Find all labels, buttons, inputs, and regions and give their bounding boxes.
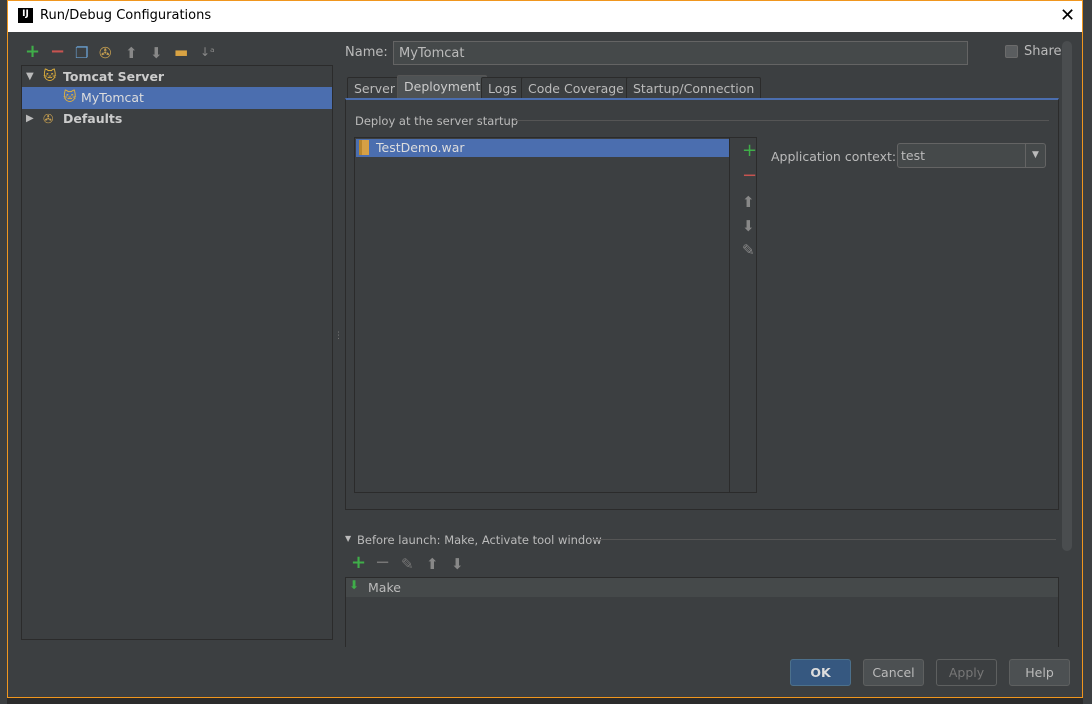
add-icon[interactable]: + bbox=[25, 43, 40, 61]
section-title: Deploy at the server startup bbox=[355, 114, 519, 128]
wrench-icon: ✇ bbox=[43, 111, 54, 126]
war-archive-icon bbox=[359, 140, 369, 155]
make-icon: ⬇ bbox=[349, 578, 360, 592]
divider bbox=[513, 120, 1049, 121]
before-launch-title: Before launch: Make, Activate tool windo… bbox=[357, 533, 602, 547]
task-up-icon[interactable]: ⬆ bbox=[426, 556, 439, 572]
tree-item-mytomcat[interactable]: 🐱 MyTomcat bbox=[22, 87, 332, 109]
help-button[interactable]: Help bbox=[1009, 659, 1070, 686]
app-context-label: Application context: bbox=[771, 149, 897, 164]
ok-button[interactable]: OK bbox=[790, 659, 851, 686]
tree-item-defaults[interactable]: ▶ ✇ Defaults bbox=[22, 108, 332, 130]
run-debug-dialog: IJ Run/Debug Configurations ✕ + − ❐ ✇ ⬆ … bbox=[7, 0, 1083, 698]
tree-item-label: MyTomcat bbox=[81, 90, 144, 105]
artifact-toolbar bbox=[729, 137, 757, 493]
edit-icon[interactable]: ✎ bbox=[742, 241, 755, 259]
tree-item-label: Defaults bbox=[63, 111, 123, 126]
tree-item-label: Tomcat Server bbox=[63, 69, 165, 84]
add-artifact-icon[interactable]: + bbox=[742, 140, 757, 161]
chevron-down-icon[interactable]: ▼ bbox=[1025, 144, 1045, 167]
sort-icon[interactable]: ↓ᵃ bbox=[200, 44, 215, 60]
name-input[interactable] bbox=[393, 41, 968, 65]
background-ide bbox=[1083, 0, 1092, 704]
tab-code-coverage[interactable]: Code Coverage bbox=[521, 77, 631, 99]
folder-icon[interactable]: ▬ bbox=[174, 44, 188, 60]
move-down-icon[interactable]: ⬇ bbox=[742, 217, 755, 235]
tomcat-icon: 🐱 bbox=[63, 90, 77, 105]
title-bar: IJ Run/Debug Configurations ✕ bbox=[8, 1, 1082, 32]
splitter-handle[interactable]: ⋮ bbox=[334, 331, 343, 341]
remove-task-icon[interactable]: − bbox=[375, 554, 390, 572]
task-label: Make bbox=[368, 580, 401, 595]
tab-server[interactable]: Server bbox=[347, 77, 402, 99]
artifact-list: TestDemo.war bbox=[354, 137, 757, 493]
app-context-value: test bbox=[901, 148, 926, 163]
config-tree: ▼ 🐱 Tomcat Server 🐱 MyTomcat ▶ ✇ Default… bbox=[21, 65, 333, 640]
move-up-icon[interactable]: ⬆ bbox=[742, 193, 755, 211]
task-item[interactable]: ⬇ Make bbox=[346, 578, 1058, 597]
arrow-up-icon[interactable]: ⬆ bbox=[125, 45, 138, 61]
arrow-down-icon[interactable]: ⬇ bbox=[150, 45, 163, 61]
divider bbox=[592, 539, 1056, 540]
apply-button[interactable]: Apply bbox=[936, 659, 997, 686]
edit-task-icon[interactable]: ✎ bbox=[401, 556, 414, 572]
intellij-logo-icon: IJ bbox=[18, 8, 33, 23]
remove-artifact-icon[interactable]: − bbox=[742, 165, 757, 186]
collapse-arrow-icon[interactable]: ▼ bbox=[345, 534, 351, 543]
add-task-icon[interactable]: + bbox=[351, 554, 366, 572]
collapse-arrow-icon[interactable]: ▶ bbox=[26, 108, 34, 130]
task-list: ⬇ Make bbox=[345, 577, 1059, 647]
remove-icon[interactable]: − bbox=[50, 43, 65, 61]
tree-item-tomcat-server[interactable]: ▼ 🐱 Tomcat Server bbox=[22, 66, 332, 88]
window-title: Run/Debug Configurations bbox=[40, 8, 212, 23]
background-ide bbox=[0, 0, 7, 704]
share-checkbox[interactable] bbox=[1005, 45, 1018, 58]
artifact-item[interactable]: TestDemo.war bbox=[356, 139, 729, 157]
tab-deployment[interactable]: Deployment bbox=[397, 75, 488, 99]
tab-startup-connection[interactable]: Startup/Connection bbox=[626, 77, 762, 99]
app-context-combobox[interactable]: test ▼ bbox=[897, 143, 1046, 168]
tomcat-icon: 🐱 bbox=[43, 69, 57, 84]
cancel-button[interactable]: Cancel bbox=[863, 659, 924, 686]
scrollbar[interactable] bbox=[1062, 41, 1072, 551]
share-label: Share bbox=[1024, 44, 1062, 59]
expand-arrow-icon[interactable]: ▼ bbox=[26, 66, 34, 88]
wrench-icon[interactable]: ✇ bbox=[99, 45, 112, 61]
task-down-icon[interactable]: ⬇ bbox=[451, 556, 464, 572]
close-icon[interactable]: ✕ bbox=[1060, 5, 1075, 26]
tab-logs[interactable]: Logs bbox=[481, 77, 524, 99]
name-label: Name: bbox=[345, 45, 388, 60]
artifact-label: TestDemo.war bbox=[376, 140, 465, 155]
copy-icon[interactable]: ❐ bbox=[75, 45, 88, 61]
